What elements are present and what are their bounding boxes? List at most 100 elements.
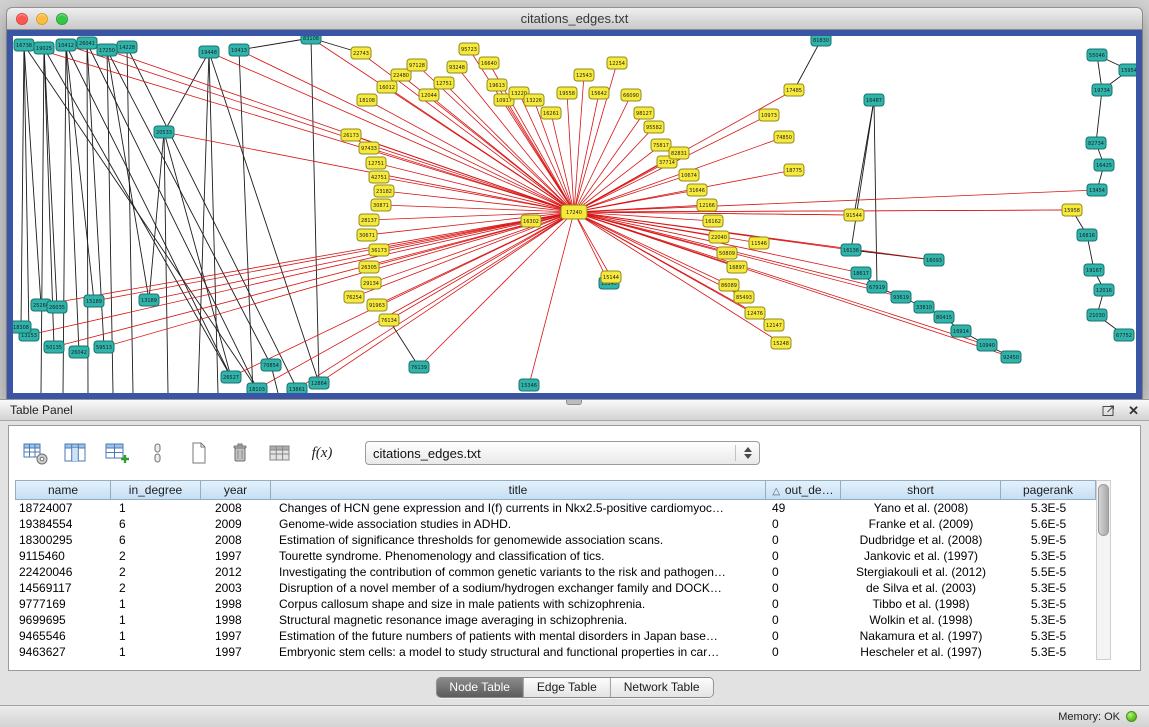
table-cell[interactable]: Investigating the contribution of common… xyxy=(271,564,766,580)
table-cell[interactable]: 2 xyxy=(111,580,201,596)
network-node[interactable]: 67919 xyxy=(867,281,887,293)
network-node[interactable]: 67752 xyxy=(1114,329,1134,341)
network-node[interactable]: 16914 xyxy=(951,325,971,337)
table-cell[interactable]: Jankovic et al. (1997) xyxy=(841,548,1001,564)
table-cell[interactable]: 0 xyxy=(766,516,841,532)
table-cell[interactable]: 14569117 xyxy=(15,580,111,596)
column-header-title[interactable]: title xyxy=(271,480,766,500)
network-canvas[interactable]: 1673819025104122604117250142281944810413… xyxy=(13,36,1136,393)
new-document-icon[interactable] xyxy=(185,439,213,467)
network-node[interactable]: 81830 xyxy=(811,36,831,46)
table-cell[interactable]: 0 xyxy=(766,644,841,660)
table-cell[interactable]: 0 xyxy=(766,532,841,548)
network-node[interactable]: 17485 xyxy=(784,84,804,96)
table-cell[interactable]: 2009 xyxy=(201,516,271,532)
network-node[interactable]: 19167 xyxy=(1084,264,1104,276)
table-cell[interactable]: Franke et al. (2009) xyxy=(841,516,1001,532)
table-cell[interactable]: Disruption of a novel member of a sodium… xyxy=(271,580,766,596)
table-row[interactable]: 911546021997Tourette syndrome. Phenomeno… xyxy=(15,548,1096,564)
network-node[interactable]: 97128 xyxy=(407,59,427,71)
table-cell[interactable]: 2 xyxy=(111,564,201,580)
network-node[interactable]: 16816 xyxy=(1077,229,1097,241)
network-node[interactable]: 93248 xyxy=(447,61,467,73)
table-cell[interactable]: 5.3E-5 xyxy=(1001,596,1096,612)
network-node[interactable]: 55046 xyxy=(1087,49,1107,61)
network-node[interactable]: 16012 xyxy=(377,81,397,93)
network-node[interactable]: 16261 xyxy=(541,107,561,119)
table-cell[interactable]: 0 xyxy=(766,612,841,628)
table-cell[interactable]: 9699695 xyxy=(15,612,111,628)
column-header-out_de[interactable]: △ out_de… xyxy=(766,480,841,500)
network-node[interactable]: 26042 xyxy=(69,346,89,358)
table-cell[interactable]: 5.5E-5 xyxy=(1001,564,1096,580)
tab-node-table[interactable]: Node Table xyxy=(436,678,524,697)
network-node[interactable]: 30871 xyxy=(371,199,391,211)
table-row[interactable]: 2242004622012Investigating the contribut… xyxy=(15,564,1096,580)
network-node[interactable]: 26173 xyxy=(341,129,361,141)
network-node[interactable]: 95723 xyxy=(459,43,479,55)
network-node[interactable]: 82734 xyxy=(1086,137,1106,149)
table-cell[interactable]: 19384554 xyxy=(15,516,111,532)
network-node[interactable]: 12166 xyxy=(697,199,717,211)
table-cell[interactable]: 2003 xyxy=(201,580,271,596)
network-node[interactable]: 19025 xyxy=(34,42,54,54)
table-row[interactable]: 969969511998Structural magnetic resonanc… xyxy=(15,612,1096,628)
float-panel-icon[interactable] xyxy=(1102,404,1116,417)
network-node[interactable]: 19448 xyxy=(199,46,219,58)
column-header-short[interactable]: short xyxy=(841,480,1001,500)
table-cell[interactable]: 22420046 xyxy=(15,564,111,580)
table-cell[interactable]: 1997 xyxy=(201,628,271,644)
table-row[interactable]: 1872400712008Changes of HCN gene express… xyxy=(15,500,1096,516)
network-node[interactable]: 18103 xyxy=(247,383,267,393)
table-cell[interactable]: 2008 xyxy=(201,500,271,516)
table-cell[interactable]: 0 xyxy=(766,596,841,612)
network-node[interactable]: 70854 xyxy=(261,359,281,371)
network-node[interactable]: 15189 xyxy=(84,295,104,307)
table-mode-icon[interactable] xyxy=(21,439,49,467)
network-node[interactable]: 50809 xyxy=(717,247,737,259)
network-node[interactable]: 12044 xyxy=(419,89,439,101)
network-node[interactable]: 85493 xyxy=(734,291,754,303)
minimize-window-button[interactable] xyxy=(36,13,48,25)
table-cell[interactable]: 5.3E-5 xyxy=(1001,548,1096,564)
tab-network-table[interactable]: Network Table xyxy=(611,678,713,697)
table-cell[interactable]: 5.3E-5 xyxy=(1001,644,1096,660)
network-node[interactable]: 42751 xyxy=(369,171,389,183)
table-cell[interactable]: 2008 xyxy=(201,532,271,548)
network-node[interactable]: 22040 xyxy=(709,231,729,243)
network-node[interactable]: 12476 xyxy=(745,307,765,319)
network-node[interactable]: 18617 xyxy=(851,267,871,279)
network-node[interactable]: 17240 xyxy=(561,205,587,219)
table-cell[interactable]: Nakamura et al. (1997) xyxy=(841,628,1001,644)
table-cell[interactable]: 1 xyxy=(111,500,201,516)
network-node[interactable]: 26527 xyxy=(221,371,241,383)
table-cell[interactable]: Embryonic stem cells: a model to study s… xyxy=(271,644,766,660)
network-node[interactable]: 18108 xyxy=(357,94,377,106)
network-node[interactable]: 13861 xyxy=(287,383,307,393)
network-node[interactable]: 26035 xyxy=(47,301,67,313)
network-node[interactable]: 75817 xyxy=(651,139,671,151)
network-node[interactable]: 76139 xyxy=(409,361,429,373)
network-node[interactable]: 10973 xyxy=(759,109,779,121)
network-node[interactable]: 16302 xyxy=(521,215,541,227)
column-header-year[interactable]: year xyxy=(201,480,271,500)
table-cell[interactable]: 5.6E-5 xyxy=(1001,516,1096,532)
network-node[interactable]: 76134 xyxy=(379,314,399,326)
table-cell[interactable]: Estimation of the future numbers of pati… xyxy=(271,628,766,644)
table-row[interactable]: 946554611997Estimation of the future num… xyxy=(15,628,1096,644)
network-node[interactable]: 15958 xyxy=(1062,204,1082,216)
table-cell[interactable]: Stergiakouli et al. (2012) xyxy=(841,564,1001,580)
network-node[interactable]: 16136 xyxy=(841,244,861,256)
network-node[interactable]: 15144 xyxy=(601,271,621,283)
column-header-pagerank[interactable]: pagerank xyxy=(1001,480,1096,500)
table-cell[interactable]: 1997 xyxy=(201,644,271,660)
table-cell[interactable]: Corpus callosum shape and size in male p… xyxy=(271,596,766,612)
table-row[interactable]: 946362711997Embryonic stem cells: a mode… xyxy=(15,644,1096,660)
network-node[interactable]: 86089 xyxy=(719,279,739,291)
network-node[interactable]: 91544 xyxy=(844,209,864,221)
network-node[interactable]: 10674 xyxy=(679,169,699,181)
network-node[interactable]: 31646 xyxy=(687,184,707,196)
network-node[interactable]: 16162 xyxy=(703,215,723,227)
table-cell[interactable]: 9463627 xyxy=(15,644,111,660)
network-node[interactable]: 18775 xyxy=(784,164,804,176)
